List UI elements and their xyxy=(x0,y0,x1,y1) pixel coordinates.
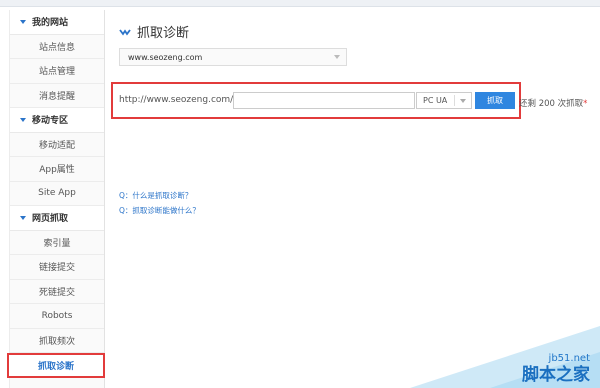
sidebar-group-crawling[interactable]: 网页抓取 xyxy=(10,206,104,231)
sidebar-item-crawl-diagnosis[interactable]: 抓取诊断 xyxy=(7,353,105,378)
ua-select[interactable]: PC UA xyxy=(416,92,472,109)
required-marker: * xyxy=(583,99,588,109)
sidebar-item-dead-link-submission[interactable]: 死链提交 xyxy=(10,280,104,304)
select-divider xyxy=(454,95,455,106)
ua-select-value: PC UA xyxy=(423,96,448,105)
page-title-text: 抓取诊断 xyxy=(137,26,190,41)
remaining-text: 还剩 200 次抓取 xyxy=(519,99,584,109)
chevron-down-icon xyxy=(460,99,466,103)
sidebar-item-site-info[interactable]: 站点信息 xyxy=(10,35,104,59)
chevron-down-icon xyxy=(334,55,340,59)
remaining-quota: 还剩 200 次抓取* xyxy=(519,97,587,109)
fetch-form: http://www.seozeng.com/ PC UA 抓取 xyxy=(111,82,521,119)
sidebar-item-robots[interactable]: Robots xyxy=(10,304,104,329)
sidebar-item-mobile-adaptation[interactable]: 移动适配 xyxy=(10,133,104,157)
sidebar-item-site-management[interactable]: 站点管理 xyxy=(10,59,104,84)
url-path-input[interactable] xyxy=(233,92,415,109)
sidebar-item-message-alerts[interactable]: 消息提醒 xyxy=(10,84,104,108)
sidebar-group-my-sites[interactable]: 我的网站 xyxy=(10,10,104,35)
sidebar-item-index-volume[interactable]: 索引量 xyxy=(10,231,104,255)
caret-down-icon xyxy=(20,117,26,122)
faq-link-what-can-do[interactable]: Q：抓取诊断能做什么？ xyxy=(119,205,200,216)
site-select[interactable]: www.seozeng.com xyxy=(119,48,347,66)
url-prefix: http://www.seozeng.com/ xyxy=(119,95,234,105)
top-bar xyxy=(0,0,600,7)
page-title: 抓取诊断 xyxy=(119,22,189,41)
chevron-wave-icon xyxy=(119,25,131,39)
sidebar-group-label: 移动专区 xyxy=(32,116,69,127)
sidebar-item-app-properties[interactable]: App属性 xyxy=(10,157,104,182)
sidebar-item-site-app[interactable]: Site App xyxy=(10,182,104,206)
sidebar-group-label: 我的网站 xyxy=(32,18,69,29)
caret-down-icon xyxy=(20,215,26,220)
sidebar: 我的网站 站点信息 站点管理 消息提醒 移动专区 移动适配 App属性 Site… xyxy=(7,10,105,388)
fetch-button[interactable]: 抓取 xyxy=(475,92,515,109)
sidebar-group-mobile[interactable]: 移动专区 xyxy=(10,108,104,133)
watermark: jb51.net 脚本之家 xyxy=(410,326,600,388)
watermark-logo: 脚本之家 xyxy=(522,365,590,385)
sidebar-item-link-submission[interactable]: 链接提交 xyxy=(10,255,104,280)
sidebar-item-crawl-frequency[interactable]: 抓取频次 xyxy=(10,329,104,353)
caret-down-icon xyxy=(20,19,26,24)
site-select-value: www.seozeng.com xyxy=(128,52,203,62)
sidebar-group-label: 网页抓取 xyxy=(32,214,69,225)
faq-link-what-is[interactable]: Q：什么是抓取诊断？ xyxy=(119,190,192,201)
